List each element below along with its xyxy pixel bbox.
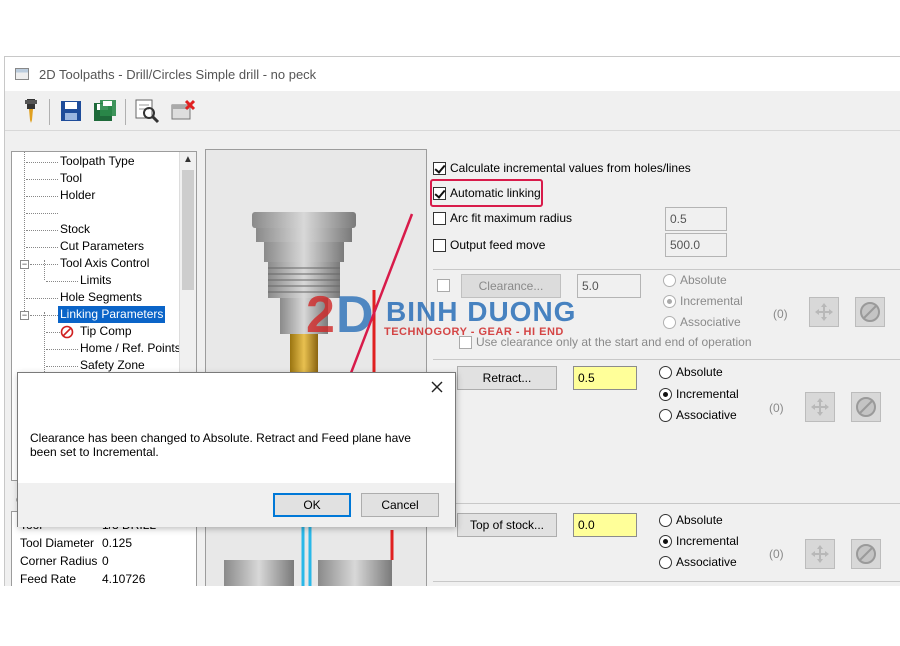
auto-linking-checkbox[interactable] bbox=[433, 186, 446, 200]
expander-collapse-icon[interactable]: − bbox=[20, 311, 29, 320]
clearance-button[interactable]: Clearance... bbox=[461, 274, 561, 298]
save-all-icon[interactable] bbox=[91, 97, 119, 125]
retract-value-field[interactable]: 0.5 bbox=[573, 366, 637, 390]
tree-item-linking-parameters[interactable]: Linking Parameters bbox=[58, 306, 166, 323]
output-feed-label: Output feed move bbox=[450, 238, 546, 252]
clearance-associative-radio[interactable]: Associative bbox=[663, 313, 741, 331]
info-row: Feed Rate 4.10726 bbox=[20, 572, 146, 586]
calc-incremental-checkbox[interactable] bbox=[433, 161, 446, 175]
tree-item-toolpath-type[interactable]: Toolpath Type bbox=[60, 153, 135, 170]
close-icon[interactable] bbox=[429, 379, 445, 395]
retract-absolute-radio[interactable]: Absolute bbox=[659, 363, 723, 381]
expander-collapse-icon[interactable]: − bbox=[20, 260, 29, 269]
top-stock-absolute-radio[interactable]: Absolute bbox=[659, 511, 723, 529]
clearance-absolute-radio[interactable]: Absolute bbox=[663, 271, 727, 289]
arc-fit-checkbox[interactable] bbox=[433, 211, 446, 225]
app-icon bbox=[15, 68, 29, 80]
auto-linking-label: Automatic linking bbox=[450, 186, 541, 200]
arc-fit-checkbox-row[interactable]: Arc fit maximum radius bbox=[433, 209, 572, 227]
calc-incremental-checkbox-row[interactable]: Calculate incremental values from holes/… bbox=[433, 159, 691, 177]
retract-count: (0) bbox=[769, 401, 784, 415]
disable-icon[interactable] bbox=[851, 392, 881, 422]
cancel-button[interactable]: Cancel bbox=[361, 493, 439, 517]
disable-icon[interactable] bbox=[851, 539, 881, 569]
toolbar bbox=[5, 91, 900, 131]
ok-button[interactable]: OK bbox=[273, 493, 351, 517]
tree-item-cut-parameters[interactable]: Cut Parameters bbox=[60, 238, 144, 255]
output-feed-checkbox[interactable] bbox=[433, 238, 446, 252]
info-row: Corner Radius 0 bbox=[20, 554, 109, 568]
error-icon bbox=[60, 325, 74, 339]
retract-associative-radio[interactable]: Associative bbox=[659, 406, 737, 424]
tree-item-stock[interactable]: Stock bbox=[60, 221, 90, 238]
use-clearance-only-checkbox[interactable] bbox=[459, 335, 472, 349]
retract-button[interactable]: Retract... bbox=[457, 366, 557, 390]
dialog-message: Clearance has been changed to Absolute. … bbox=[30, 431, 411, 459]
retract-incremental-radio[interactable]: Incremental bbox=[659, 385, 739, 403]
use-clearance-only-row[interactable]: Use clearance only at the start and end … bbox=[459, 333, 752, 351]
tree-item-tool-axis-control[interactable]: Tool Axis Control bbox=[60, 255, 149, 272]
info-row: Tool Diameter 0.125 bbox=[20, 536, 133, 550]
top-stock-associative-radio[interactable]: Associative bbox=[659, 553, 737, 571]
arc-fit-label: Arc fit maximum radius bbox=[450, 211, 573, 225]
scroll-up-icon[interactable]: ▲ bbox=[183, 154, 193, 165]
window-title: 2D Toolpaths - Drill/Circles Simple dril… bbox=[39, 66, 317, 82]
move-arrows-icon[interactable] bbox=[805, 539, 835, 569]
save-icon[interactable] bbox=[57, 97, 85, 125]
tree-item-tip-comp[interactable]: Tip Comp bbox=[80, 323, 132, 340]
scroll-thumb[interactable] bbox=[182, 170, 194, 290]
output-feed-field[interactable]: 500.0 bbox=[665, 233, 727, 257]
clearance-incremental-radio[interactable]: Incremental bbox=[663, 292, 743, 310]
disable-icon[interactable] bbox=[855, 297, 885, 327]
top-of-stock-value-field[interactable]: 0.0 bbox=[573, 513, 637, 537]
top-stock-incremental-radio[interactable]: Incremental bbox=[659, 532, 739, 550]
auto-linking-checkbox-row[interactable]: Automatic linking bbox=[433, 184, 541, 202]
arc-fit-radius-field[interactable]: 0.5 bbox=[665, 207, 727, 231]
use-clearance-only-label: Use clearance only at the start and end … bbox=[476, 335, 752, 349]
move-arrows-icon[interactable] bbox=[805, 392, 835, 422]
clearance-checkbox[interactable] bbox=[437, 279, 450, 292]
tree-item-tool[interactable]: Tool bbox=[60, 170, 82, 187]
dialog-footer: OK Cancel bbox=[18, 483, 455, 527]
clearance-count: (0) bbox=[773, 307, 788, 321]
message-dialog: Clearance has been changed to Absolute. … bbox=[17, 372, 456, 527]
tree-item-home-ref-points[interactable]: Home / Ref. Points bbox=[80, 340, 181, 357]
top-stock-count: (0) bbox=[769, 547, 784, 561]
calc-incremental-label: Calculate incremental values from holes/… bbox=[450, 161, 691, 175]
tree-item-limits[interactable]: Limits bbox=[80, 272, 111, 289]
tree-item-hole-segments[interactable]: Hole Segments bbox=[60, 289, 142, 306]
title-bar: 2D Toolpaths - Drill/Circles Simple dril… bbox=[5, 57, 900, 91]
clearance-value-field[interactable]: 5.0 bbox=[577, 274, 641, 298]
output-feed-checkbox-row[interactable]: Output feed move bbox=[433, 236, 545, 254]
tree-item-holder[interactable]: Holder bbox=[60, 187, 95, 204]
move-arrows-icon[interactable] bbox=[809, 297, 839, 327]
preview-icon[interactable] bbox=[133, 97, 161, 125]
delete-icon[interactable] bbox=[169, 97, 197, 125]
top-of-stock-button[interactable]: Top of stock... bbox=[457, 513, 557, 537]
tool-icon[interactable] bbox=[17, 97, 45, 125]
